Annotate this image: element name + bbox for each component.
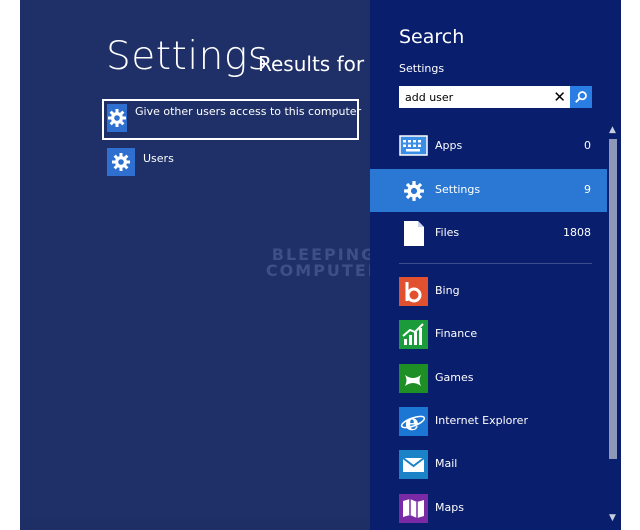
app-label: Internet Explorer xyxy=(435,414,528,427)
result-label: Give other users access to this computer xyxy=(135,105,362,118)
gear-icon xyxy=(107,148,135,176)
app-label: Finance xyxy=(435,327,478,340)
finance-icon xyxy=(399,320,428,349)
app-mail[interactable]: Mail xyxy=(370,443,607,483)
results-for-label: Results for “ad xyxy=(258,52,370,76)
scroll-up-icon[interactable]: ▲ xyxy=(609,125,616,135)
category-count: 1808 xyxy=(563,226,591,239)
search-icon xyxy=(575,91,587,103)
search-title: Search xyxy=(399,26,465,48)
gear-icon xyxy=(399,176,428,205)
svg-text:e: e xyxy=(405,410,419,436)
games-icon xyxy=(399,364,428,393)
file-icon xyxy=(399,219,428,248)
app-label: Maps xyxy=(435,501,464,514)
result-give-access[interactable]: Give other users access to this computer xyxy=(102,99,362,140)
category-count: 9 xyxy=(584,183,591,196)
search-box: ✕ xyxy=(399,86,570,109)
category-label: Files xyxy=(435,226,460,239)
search-input[interactable] xyxy=(399,86,551,109)
mail-icon xyxy=(399,450,428,479)
category-count: 0 xyxy=(584,139,591,152)
scroll-down-icon[interactable]: ▼ xyxy=(609,513,616,523)
category-apps[interactable]: Apps 0 xyxy=(370,125,607,168)
vertical-scrollbar[interactable]: ▲ ▼ xyxy=(607,125,621,530)
apps-icon xyxy=(399,132,428,161)
gear-icon xyxy=(107,104,127,132)
search-scope: Settings xyxy=(399,62,445,75)
category-files[interactable]: Files 1808 xyxy=(370,212,607,255)
scrollbar-thumb[interactable] xyxy=(609,139,617,459)
app-label: Mail xyxy=(435,457,458,470)
search-button[interactable] xyxy=(570,86,592,108)
app-label: Bing xyxy=(435,284,460,297)
screen: Settings Results for “ad Give other user… xyxy=(20,0,621,530)
page-title: Settings xyxy=(106,34,269,79)
app-internet-explorer[interactable]: e Internet Explorer xyxy=(370,400,607,440)
category-label: Apps xyxy=(435,139,463,152)
result-users[interactable]: Users xyxy=(107,148,174,176)
category-settings[interactable]: Settings 9 xyxy=(370,169,607,212)
maps-icon xyxy=(399,494,428,523)
app-games[interactable]: Games xyxy=(370,357,607,397)
result-label: Users xyxy=(143,152,174,165)
internet-explorer-icon: e xyxy=(399,407,428,436)
app-bing[interactable]: Bing xyxy=(370,270,607,310)
search-pane: Search Settings ✕ Apps 0 Settings 9 xyxy=(370,0,621,530)
clear-icon[interactable]: ✕ xyxy=(553,88,566,106)
divider xyxy=(399,263,592,264)
app-label: Games xyxy=(435,371,474,384)
category-label: Settings xyxy=(435,183,481,196)
app-maps[interactable]: Maps xyxy=(370,487,607,527)
app-finance[interactable]: Finance xyxy=(370,313,607,353)
bing-icon xyxy=(399,277,428,306)
